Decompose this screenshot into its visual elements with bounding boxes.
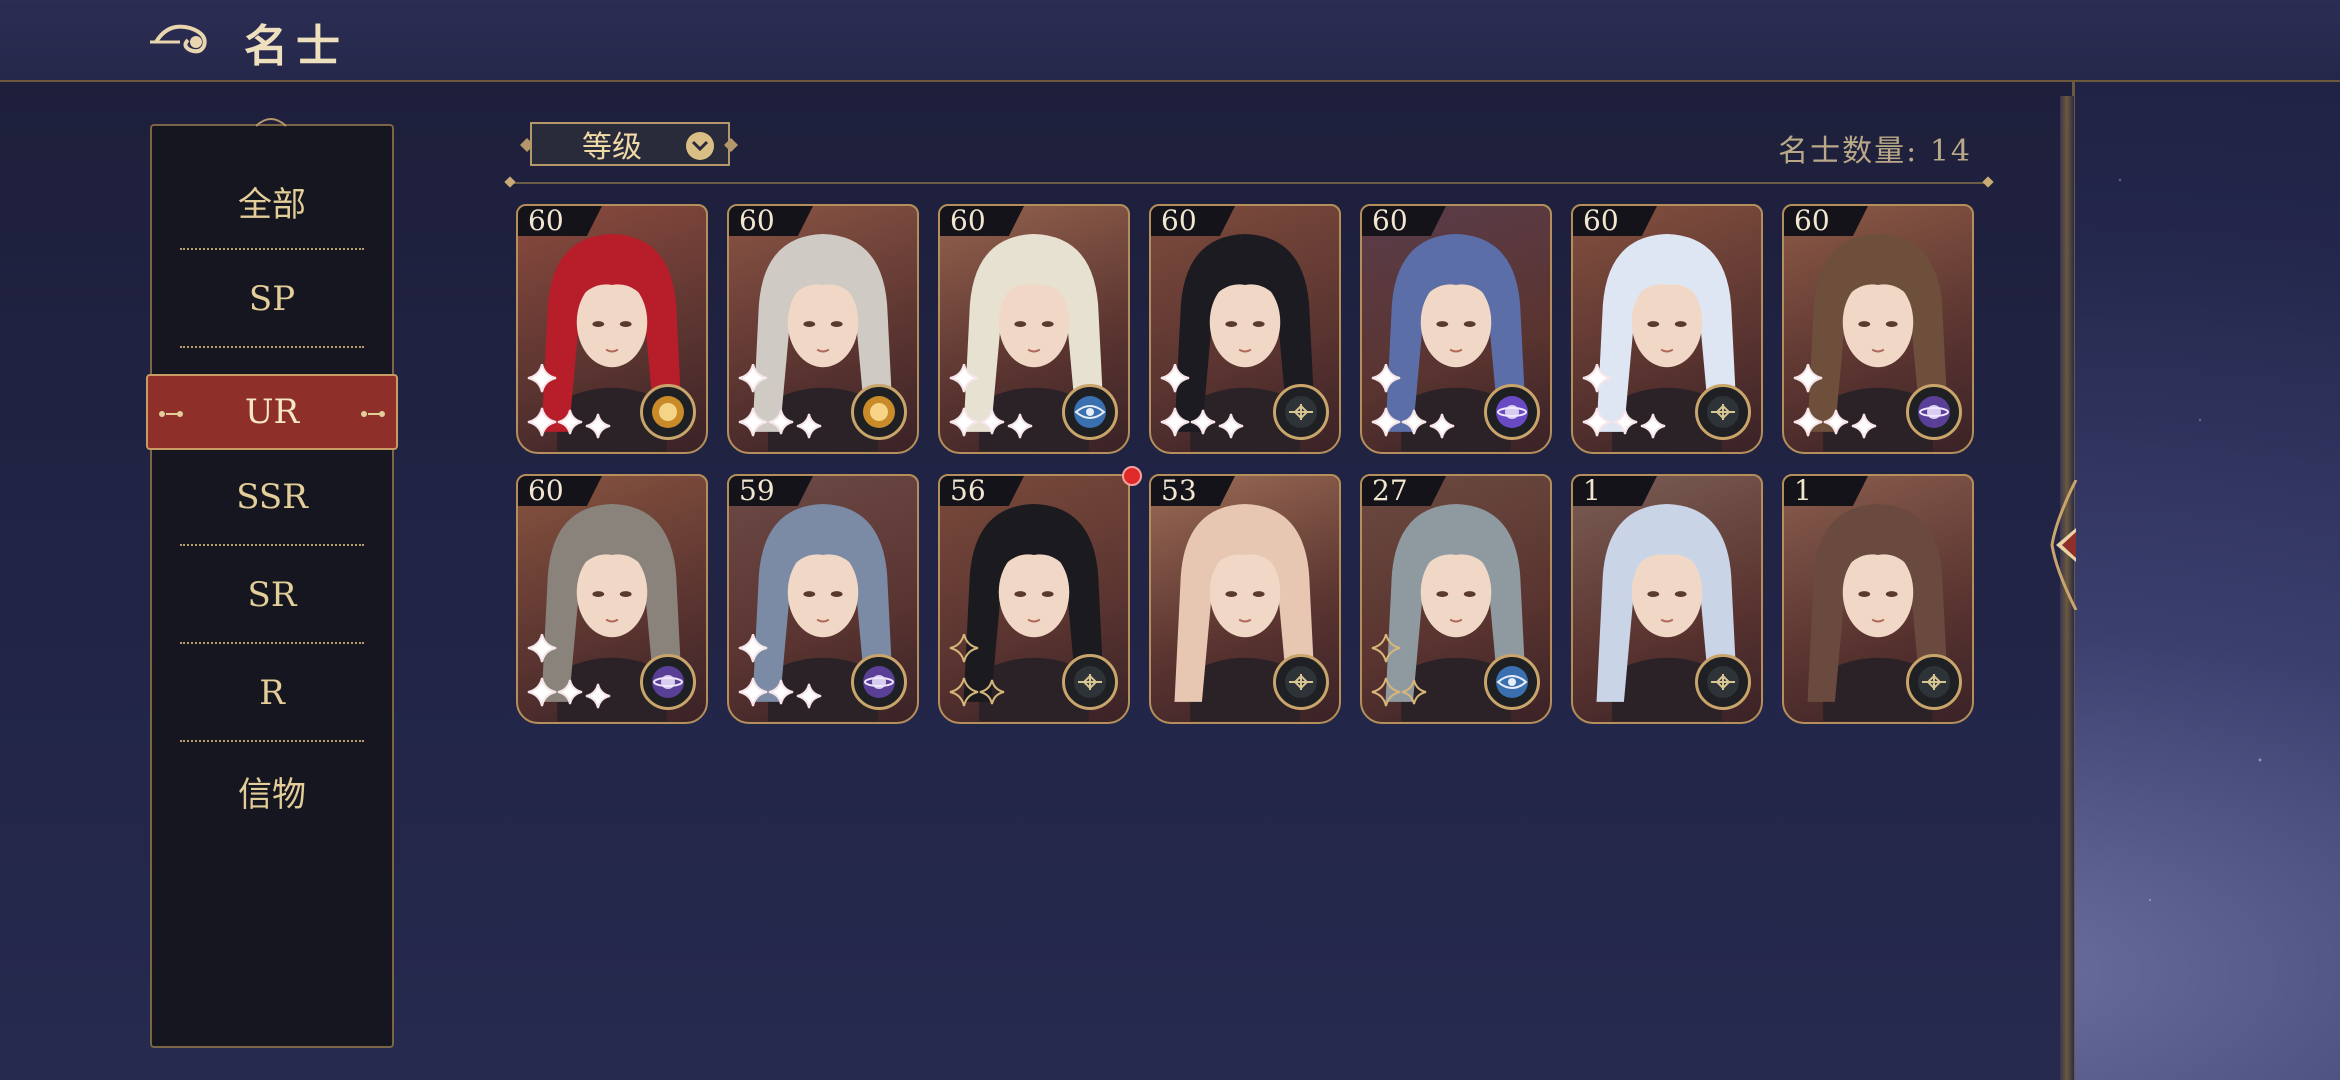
- planet-orb-icon: [1484, 384, 1540, 440]
- chevron-down-icon: [686, 132, 714, 160]
- compass-emblem-icon: [1695, 384, 1751, 440]
- hero-card[interactable]: 60: [516, 474, 708, 724]
- hero-card[interactable]: 1: [1782, 474, 1974, 724]
- card-frame: 60: [1571, 204, 1763, 454]
- hero-card[interactable]: 27: [1360, 474, 1552, 724]
- divider: [510, 182, 1988, 184]
- page-title: 名士: [244, 21, 348, 72]
- level-label: 60: [528, 204, 564, 237]
- compass-emblem-icon: [1273, 654, 1329, 710]
- card-frame: 56: [938, 474, 1130, 724]
- sidebar-item-1[interactable]: SP: [152, 250, 392, 348]
- notification-dot: [1122, 466, 1142, 486]
- hero-card[interactable]: 1: [1571, 474, 1763, 724]
- star-rank-icon: [1582, 364, 1666, 439]
- diamond-ornament-icon: [724, 138, 738, 152]
- sidebar-item-label: UR: [244, 392, 300, 432]
- planet-orb-icon: [1906, 384, 1962, 440]
- collapse-arrow-icon[interactable]: [2046, 480, 2088, 610]
- level-label: 60: [1161, 204, 1197, 237]
- sort-dropdown-button[interactable]: 等级: [530, 122, 730, 166]
- hero-card[interactable]: 60: [1360, 204, 1552, 454]
- card-frame: 1: [1571, 474, 1763, 724]
- ornament-pin-icon: [361, 411, 385, 417]
- card-frame: 60: [516, 204, 708, 454]
- hero-card[interactable]: 59: [727, 474, 919, 724]
- card-frame: 60: [938, 204, 1130, 454]
- sidebar-item-6[interactable]: 信物: [152, 742, 392, 840]
- level-label: 1: [1794, 474, 1812, 507]
- level-label: 60: [1583, 204, 1619, 237]
- hero-card[interactable]: 60: [1149, 204, 1341, 454]
- sun-orb-icon: [640, 384, 696, 440]
- card-frame: 60: [516, 474, 708, 724]
- sidebar-item-label: SR: [247, 575, 297, 615]
- level-label: 53: [1161, 474, 1197, 507]
- hero-card[interactable]: 60: [516, 204, 708, 454]
- sidebar-item-5[interactable]: R: [152, 644, 392, 742]
- hero-card[interactable]: 60: [1782, 204, 1974, 454]
- star-rank-icon: [1160, 364, 1244, 439]
- star-rank-icon: [738, 634, 822, 709]
- level-label: 59: [739, 474, 775, 507]
- level-label: 60: [1372, 204, 1408, 237]
- star-rank-icon: [1371, 634, 1427, 707]
- ornament-pin-icon: [159, 411, 183, 417]
- compass-emblem-icon: [1695, 654, 1751, 710]
- level-label: 56: [950, 474, 986, 507]
- star-rank-icon: [949, 364, 1033, 439]
- sidebar-item-2[interactable]: UR: [146, 374, 398, 450]
- star-rank-icon: [949, 634, 1005, 707]
- sidebar-item-label: 全部: [238, 184, 306, 225]
- compass-emblem-icon: [1273, 384, 1329, 440]
- top-header: 名士: [0, 0, 2340, 82]
- dotted-separator: [180, 346, 364, 348]
- hero-card[interactable]: 53: [1149, 474, 1341, 724]
- sidebar-item-3[interactable]: SSR: [152, 448, 392, 546]
- star-rank-icon: [738, 364, 822, 439]
- card-frame: 53: [1149, 474, 1341, 724]
- planet-orb-icon: [851, 654, 907, 710]
- eye-emblem-icon: [1484, 654, 1540, 710]
- compass-emblem-icon: [1062, 654, 1118, 710]
- planet-orb-icon: [640, 654, 696, 710]
- card-frame: 59: [727, 474, 919, 724]
- hero-card[interactable]: 60: [938, 204, 1130, 454]
- sidebar-item-4[interactable]: SR: [152, 546, 392, 644]
- star-rank-icon: [527, 364, 611, 439]
- level-label: 1: [1583, 474, 1601, 507]
- card-frame: 60: [1360, 204, 1552, 454]
- rarity-filter-sidebar: 全部 SP UR SSR SR R 信物: [146, 118, 398, 1048]
- hero-card-grid: 60 60 60 60 60 60 60 60 59 56 53 27 1 1: [516, 204, 1976, 728]
- notch-ornament: [256, 118, 286, 127]
- sidebar-item-label: 信物: [238, 774, 306, 815]
- card-frame: 1: [1782, 474, 1974, 724]
- cloud-swirl-icon: [150, 24, 207, 54]
- hero-card[interactable]: 60: [727, 204, 919, 454]
- hero-count: 名士数量: 14: [1778, 134, 1972, 169]
- eye-emblem-icon: [1062, 384, 1118, 440]
- compass-emblem-icon: [1906, 654, 1962, 710]
- hero-card[interactable]: 56: [938, 466, 1142, 724]
- sort-label: 等级: [582, 130, 642, 165]
- star-rank-icon: [1793, 364, 1877, 439]
- sidebar-item-label: SSR: [236, 477, 308, 517]
- card-frame: 27: [1360, 474, 1552, 724]
- card-frame: 60: [1149, 204, 1341, 454]
- star-rank-icon: [527, 634, 611, 709]
- level-label: 60: [950, 204, 986, 237]
- card-frame: 60: [727, 204, 919, 454]
- star-rank-icon: [1371, 364, 1455, 439]
- sun-orb-icon: [851, 384, 907, 440]
- level-label: 60: [528, 474, 564, 507]
- card-frame: 60: [1782, 204, 1974, 454]
- sidebar-item-label: R: [259, 673, 285, 713]
- sidebar-item-label: SP: [248, 279, 296, 319]
- level-label: 60: [739, 204, 775, 237]
- hero-card[interactable]: 60: [1571, 204, 1763, 454]
- level-label: 27: [1372, 474, 1408, 507]
- level-label: 60: [1794, 204, 1830, 237]
- sidebar-item-0[interactable]: 全部: [152, 152, 392, 250]
